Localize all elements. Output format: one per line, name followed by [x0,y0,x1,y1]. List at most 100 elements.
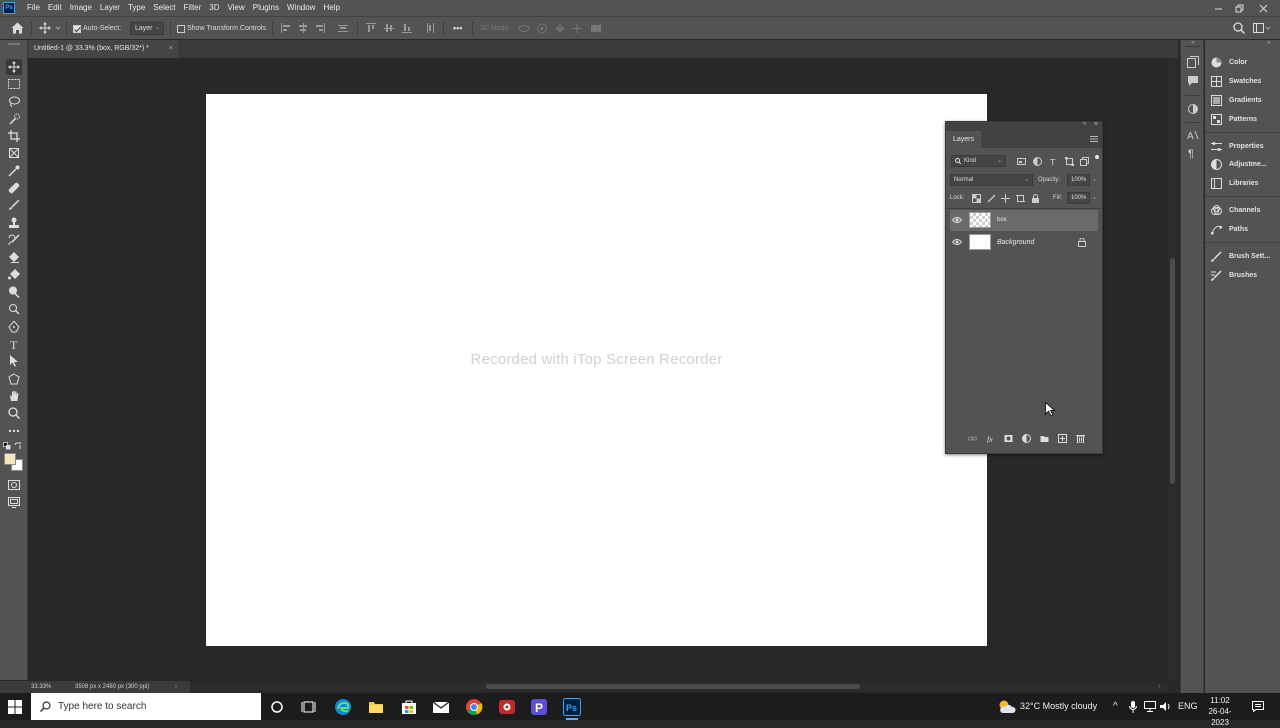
menu-image[interactable]: Image [66,0,96,16]
eyedropper-tool[interactable] [6,163,22,179]
collapse-icon[interactable]: « [1185,40,1201,47]
panel-brush-settings[interactable]: Brush Sett... [1211,248,1277,265]
menu-window[interactable]: Window [283,0,319,16]
layer-row-box[interactable]: box [950,210,1098,231]
frame-tool[interactable] [6,145,22,161]
volume-icon[interactable] [1160,701,1172,712]
input-language[interactable]: ENG [1178,693,1198,720]
lock-position-icon[interactable] [1001,194,1010,203]
zoom-level[interactable]: 33.33% [31,681,51,693]
character-panel-button[interactable]: A [1187,129,1199,141]
history-brush-tool[interactable] [6,232,22,248]
distribute-horizontal-icon[interactable] [425,23,435,33]
task-view-icon[interactable] [301,698,319,716]
menu-edit[interactable]: Edit [44,0,66,16]
swap-colors-button[interactable] [14,442,22,450]
lock-transparent-pixels-icon[interactable] [972,194,981,203]
layer-lock-icon[interactable] [1078,238,1086,247]
gradient-tool[interactable] [6,267,22,283]
link-layers-icon[interactable] [968,434,977,443]
quick-mask-button[interactable] [6,477,22,493]
lock-all-icon[interactable] [1031,194,1040,203]
align-left-edges-icon[interactable] [281,23,291,33]
mail-icon[interactable] [432,698,450,716]
filter-type-icon[interactable]: T [1049,157,1058,167]
notifications-icon[interactable] [1252,701,1264,712]
foreground-color-swatch[interactable] [4,453,16,465]
eraser-tool[interactable] [6,249,22,265]
visibility-eye-icon[interactable] [952,216,962,224]
auto-select-checkbox[interactable] [73,25,81,33]
more-options-button[interactable]: ••• [453,17,462,40]
document-canvas[interactable]: Recorded with iTop Screen Recorder [206,94,987,646]
weather-text[interactable]: 32°C Mostly cloudy [1020,693,1097,720]
filter-toggle-dot[interactable] [1095,155,1099,159]
panel-swatches[interactable]: Swatches [1211,73,1277,90]
move-tool-preset-button[interactable] [39,22,61,34]
dodge-tool[interactable] [6,284,22,300]
menu-3d[interactable]: 3D [205,0,223,16]
comments-panel-button[interactable] [1187,75,1199,87]
expand-dock-icon[interactable]: » [1267,40,1270,46]
history-panel-button[interactable] [1187,56,1199,68]
close-window-button[interactable] [1252,0,1274,16]
vertical-scroll-thumb[interactable] [1170,258,1175,484]
scroll-right-arrow-icon[interactable]: › [1158,683,1160,690]
visibility-eye-icon[interactable] [952,238,962,246]
layer-filter-dropdown[interactable]: Kind ⌄ [951,155,1006,167]
collapse-panel-icon[interactable]: « [1083,121,1086,127]
opacity-chevron-icon[interactable]: ⌄ [1092,174,1097,186]
panel-paths[interactable]: Paths [1211,221,1277,238]
new-layer-icon[interactable] [1058,434,1067,443]
align-horizontal-centers-icon[interactable] [298,23,308,33]
add-mask-icon[interactable] [1004,434,1013,443]
clone-stamp-tool[interactable] [6,215,22,231]
adjust-panel-button[interactable] [1187,103,1199,115]
default-colors-button[interactable] [3,442,11,450]
lock-artboard-icon[interactable] [1016,194,1025,203]
menu-file[interactable]: File [23,0,44,16]
fill-input[interactable]: 100% [1067,192,1090,204]
move-tool[interactable] [6,59,22,75]
p-app-icon[interactable]: P [530,698,548,716]
layers-panel[interactable]: « × Layers Kind ⌄ T Normal ⌄ Opacity: 10… [945,121,1103,454]
filter-adjustment-icon[interactable] [1033,157,1042,166]
microsoft-store-icon[interactable] [400,698,418,716]
screen-mode-button[interactable] [6,494,22,510]
filter-pixel-icon[interactable] [1017,157,1026,166]
panel-patterns[interactable]: Patterns [1211,111,1277,128]
brush-tool[interactable] [6,197,22,213]
align-bottom-edges-icon[interactable] [402,23,412,33]
align-right-edges-icon[interactable] [315,23,325,33]
path-selection-tool[interactable] [6,353,22,369]
screen-recorder-icon[interactable] [498,698,516,716]
menu-type[interactable]: Type [124,0,149,16]
shape-tool[interactable] [6,371,22,387]
chrome-browser-icon[interactable] [465,698,483,716]
align-top-edges-icon[interactable] [366,23,376,33]
panel-adjustments[interactable]: Adjustme... [1211,156,1277,173]
minimize-button[interactable] [1207,0,1229,16]
horizontal-scrollbar[interactable] [190,682,1168,691]
layer-name-background[interactable]: Background [997,232,1034,253]
marquee-tool[interactable] [6,76,22,92]
document-tab[interactable]: Untitled-1 @ 33.3% (box, RGB/32*) * × [28,40,178,58]
menu-plugins[interactable]: Plugins [249,0,283,16]
close-tab-icon[interactable]: × [169,40,173,58]
menu-filter[interactable]: Filter [180,0,206,16]
microphone-icon[interactable] [1129,701,1137,713]
layers-panel-titlebar[interactable]: « × [946,121,1102,131]
clock[interactable]: 11:02 26-04-2023 [1200,695,1240,728]
home-button[interactable] [11,22,24,34]
edge-browser-icon[interactable] [334,698,352,716]
lasso-tool[interactable] [6,93,22,109]
horizontal-scroll-thumb[interactable] [486,684,860,689]
healing-brush-tool[interactable] [6,180,22,196]
fx-layer-style-icon[interactable]: fx [987,434,996,443]
paragraph-panel-button[interactable]: ¶ [1187,147,1199,159]
weather-cloud-icon[interactable] [996,699,1016,715]
pen-tool[interactable] [6,319,22,335]
panel-gradients[interactable]: Gradients [1211,92,1277,109]
network-icon[interactable] [1144,701,1156,712]
panel-menu-button[interactable] [1090,136,1098,142]
